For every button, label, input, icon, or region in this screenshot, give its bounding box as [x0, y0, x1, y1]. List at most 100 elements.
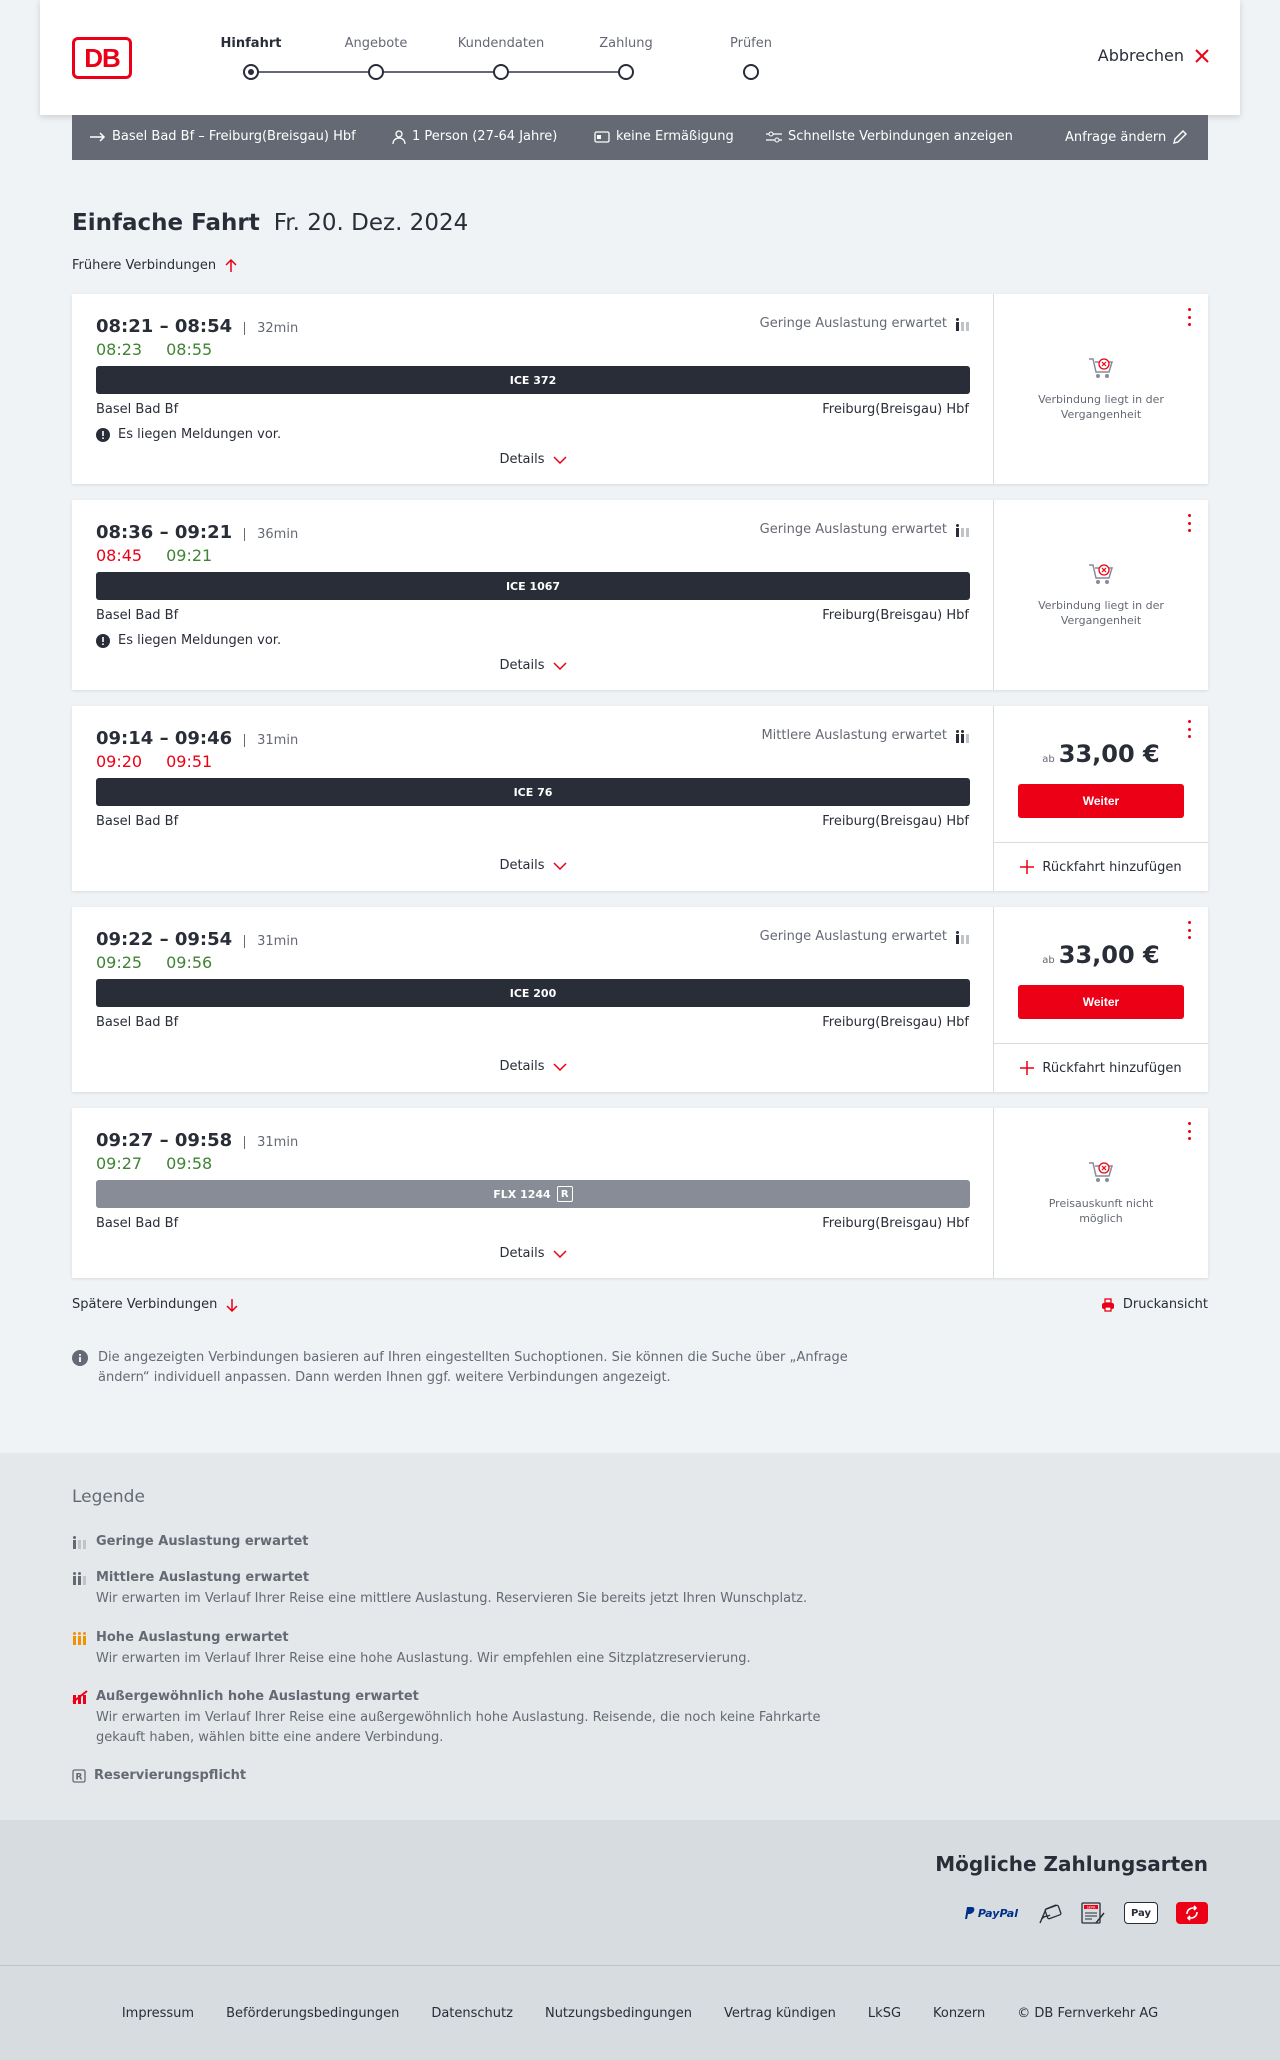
more-options-icon[interactable] [1186, 308, 1192, 326]
payment-icons: PayPal SEPA Pay [963, 1902, 1208, 1924]
footer-link-nutzung[interactable]: Nutzungsbedingungen [545, 2006, 692, 2021]
train-bar[interactable]: ICE 372 [96, 366, 970, 394]
legend-item-desc: Wir erwarten im Verlauf Ihrer Reise eine… [96, 1651, 751, 1666]
details-label: Details [499, 452, 545, 467]
plus-icon [1020, 860, 1035, 874]
earlier-label: Frühere Verbindungen [72, 258, 217, 273]
credit-card-icon [1036, 1902, 1062, 1924]
footer-link-lksg[interactable]: LkSG [868, 2006, 901, 2021]
earlier-connections-link[interactable]: Frühere Verbindungen [72, 258, 238, 273]
message-label: Es liegen Meldungen vor. [118, 427, 282, 442]
footer-link-befoerderung[interactable]: Beförderungsbedingungen [226, 2006, 399, 2021]
realtime-departure: 08:45 [96, 546, 143, 565]
connection-card: 09:14 – 09:46 31min Mittlere Auslastung e… [72, 706, 1208, 891]
realtime-departure: 09:25 [96, 953, 143, 972]
message-notice: Es liegen Meldungen vor. [96, 427, 281, 442]
paypal-icon: PayPal [963, 1902, 1018, 1924]
departure-station: Basel Bad Bf [96, 1216, 179, 1231]
print-label: Druckansicht [1122, 1297, 1208, 1312]
arrival-station: Freiburg(Breisgau) Hbf [822, 1216, 969, 1231]
train-bar[interactable]: ICE 200 [96, 979, 970, 1007]
change-request-button[interactable]: Anfrage ändern [1065, 129, 1188, 145]
arrow-right-icon [90, 131, 106, 142]
more-options-icon[interactable] [1186, 1122, 1192, 1140]
price-prefix: ab [1042, 754, 1055, 765]
add-return-trip-button[interactable]: Rückfahrt hinzufügen [994, 1043, 1208, 1092]
step-hinfahrt: Hinfahrt [220, 36, 282, 51]
past-connection-text: Verbindung liegt in der Vergangenheit [1038, 393, 1164, 421]
past-connection-text: Verbindung liegt in der Vergangenheit [1038, 599, 1164, 627]
schedule-times: 08:21 – 08:54 32min [96, 316, 298, 337]
fastest-label: Schnellste Verbindungen anzeigen [788, 129, 1013, 144]
more-options-icon[interactable] [1186, 514, 1192, 532]
header: DB Hinfahrt Angebote Kundendaten Zahlung… [40, 0, 1240, 115]
more-options-icon[interactable] [1186, 720, 1192, 738]
realtime-arrival: 08:55 [166, 340, 213, 359]
price: ab 33,00 € [994, 740, 1208, 768]
legend-item-desc: Wir erwarten im Verlauf Ihrer Reise eine… [96, 1710, 821, 1745]
footer-link-kuendigen[interactable]: Vertrag kündigen [724, 2006, 836, 2021]
plus-icon [1020, 1061, 1035, 1075]
legend-item: R Reservierungspflicht [72, 1768, 246, 1783]
footer-link-konzern[interactable]: Konzern [933, 2006, 985, 2021]
legend-title: Legende [72, 1487, 145, 1507]
details-toggle[interactable]: Details [72, 1059, 994, 1074]
schedule-times: 09:14 – 09:46 31min [96, 728, 298, 749]
connection-info: 08:21 – 08:54 32min Geringe Auslastung er… [72, 294, 994, 484]
progress-line [251, 71, 626, 73]
details-toggle[interactable]: Details [72, 858, 994, 873]
fastest-connections-toggle[interactable]: Schnellste Verbindungen anzeigen [766, 129, 1013, 144]
duration: 32min [244, 322, 298, 335]
details-toggle[interactable]: Details [72, 658, 994, 673]
arrival-station: Freiburg(Breisgau) Hbf [822, 402, 969, 417]
filter-icon [766, 131, 782, 142]
page-title: Einfache Fahrt Fr. 20. Dez. 2024 [72, 210, 468, 236]
continue-button[interactable]: Weiter [1018, 985, 1184, 1019]
step-dot [743, 64, 759, 80]
train-bar[interactable]: ICE 76 [96, 778, 970, 806]
step-kundendaten: Kundendaten [457, 36, 545, 51]
discount-summary: keine Ermäßigung [594, 129, 734, 144]
sepa-label: SEPA [1087, 1905, 1096, 1909]
cancel-button[interactable]: Abbrechen [1098, 46, 1210, 65]
footer-link-datenschutz[interactable]: Datenschutz [431, 2006, 513, 2021]
realtime-departure: 09:27 [96, 1154, 143, 1173]
realtime-times: 09:27 09:58 [96, 1154, 212, 1173]
footer: Impressum Beförderungsbedingungen Datens… [0, 1965, 1280, 2060]
pencil-icon [1173, 130, 1188, 144]
details-toggle[interactable]: Details [72, 452, 994, 467]
load-label: Geringe Auslastung erwartet [759, 316, 947, 331]
later-connections-link[interactable]: Spätere Verbindungen [72, 1297, 239, 1312]
more-options-icon[interactable] [1186, 921, 1192, 939]
offer-panel: ab 33,00 € Weiter Rückfahrt hinzufügen [994, 706, 1208, 891]
chevron-down-icon [553, 455, 567, 464]
train-bar[interactable]: FLX 1244 R [96, 1180, 970, 1208]
cart-unavailable-icon [1089, 358, 1114, 378]
connection-card: 09:22 – 09:54 31min Geringe Auslastung er… [72, 907, 1208, 1092]
print-view-link[interactable]: Druckansicht [1101, 1297, 1208, 1312]
load-label: Geringe Auslastung erwartet [759, 522, 947, 537]
offer-panel: Preisauskunft nicht möglich [994, 1108, 1208, 1278]
departure-station: Basel Bad Bf [96, 814, 179, 829]
medium-occupancy-icon [956, 729, 969, 743]
step-zahlung: Zahlung [599, 36, 653, 51]
search-info-notice: Die angezeigten Verbindungen basieren au… [72, 1348, 852, 1388]
offer-panel: Verbindung liegt in der Vergangenheit [994, 500, 1208, 690]
footer-link-impressum[interactable]: Impressum [122, 2006, 194, 2021]
db-logo[interactable]: DB [72, 37, 132, 79]
realtime-arrival: 09:51 [166, 752, 213, 771]
change-request-label: Anfrage ändern [1065, 129, 1167, 145]
step-angebote: Angebote [344, 36, 408, 51]
details-toggle[interactable]: Details [72, 1246, 994, 1261]
cart-unavailable-icon [1089, 564, 1114, 584]
continue-button[interactable]: Weiter [1018, 784, 1184, 818]
reservation-required-badge: R [556, 1186, 573, 1202]
add-return-trip-button[interactable]: Rückfahrt hinzufügen [994, 842, 1208, 891]
step-dot-current [243, 64, 259, 80]
scheduled-time: 08:36 – 09:21 [96, 522, 233, 543]
departure-station: Basel Bad Bf [96, 1015, 179, 1030]
no-price-text: Preisauskunft nicht möglich [1048, 1197, 1154, 1225]
arrow-down-icon [226, 1298, 238, 1312]
train-bar[interactable]: ICE 1067 [96, 572, 970, 600]
connection-card: 08:36 – 09:21 36min Geringe Auslastung er… [72, 500, 1208, 690]
